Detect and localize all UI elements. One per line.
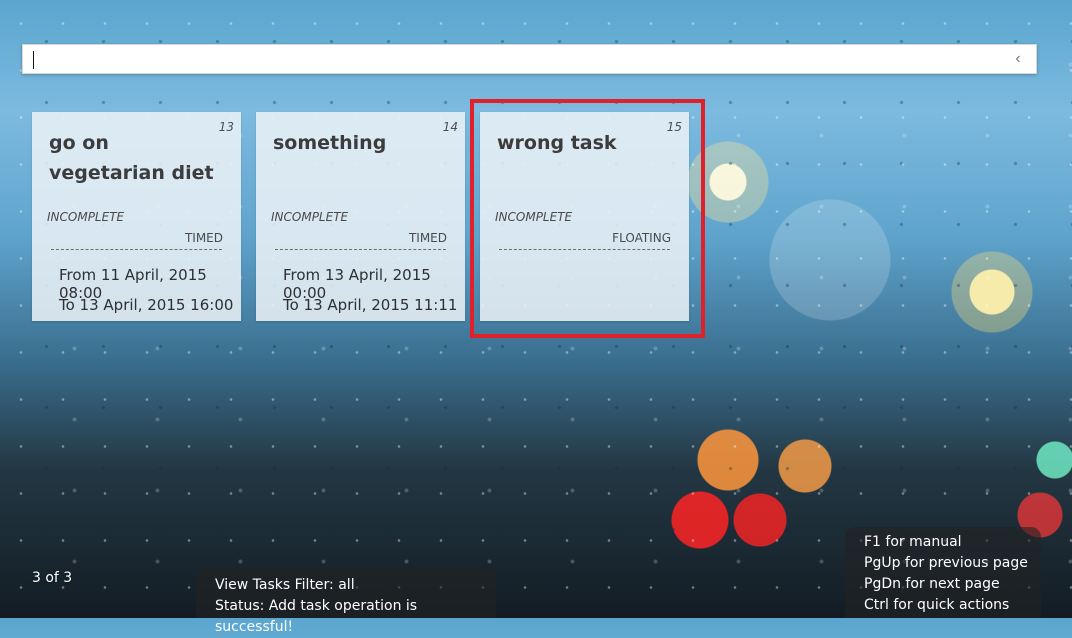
selected-task-highlight [470, 99, 705, 338]
task-type: TIMED [184, 231, 223, 245]
task-divider [275, 249, 446, 250]
chevron-left-icon[interactable]: ‹ [1010, 51, 1026, 67]
command-input[interactable] [31, 49, 991, 69]
help-pgdn: PgDn for next page [864, 576, 1000, 592]
page-counter: 3 of 3 [32, 570, 73, 586]
task-title: something [273, 132, 387, 154]
task-to: To 13 April, 2015 16:00 [59, 296, 234, 314]
help-pgup: PgUp for previous page [864, 555, 1028, 571]
task-divider [51, 249, 222, 250]
task-status: INCOMPLETE [271, 210, 349, 224]
text-caret [33, 51, 34, 69]
task-status: INCOMPLETE [47, 210, 125, 224]
status-panel: View Tasks Filter: all Status: Add task … [196, 568, 496, 635]
help-f1: F1 for manual [864, 534, 962, 550]
task-to: To 13 April, 2015 11:11 [283, 296, 458, 314]
task-card[interactable]: 13 go on vegetarian diet INCOMPLETE TIME… [32, 112, 241, 321]
command-bar[interactable]: ‹ [22, 44, 1037, 74]
operation-status-text: Status: Add task operation is successful… [215, 598, 418, 635]
task-card[interactable]: 14 something INCOMPLETE TIMED From 13 Ap… [256, 112, 465, 321]
help-ctrl: Ctrl for quick actions [864, 597, 1010, 613]
help-panel: F1 for manual PgUp for previous page PgD… [845, 527, 1041, 618]
task-type: TIMED [408, 231, 447, 245]
task-title: go on vegetarian diet [49, 132, 214, 184]
filter-status-text: View Tasks Filter: all [215, 577, 355, 593]
